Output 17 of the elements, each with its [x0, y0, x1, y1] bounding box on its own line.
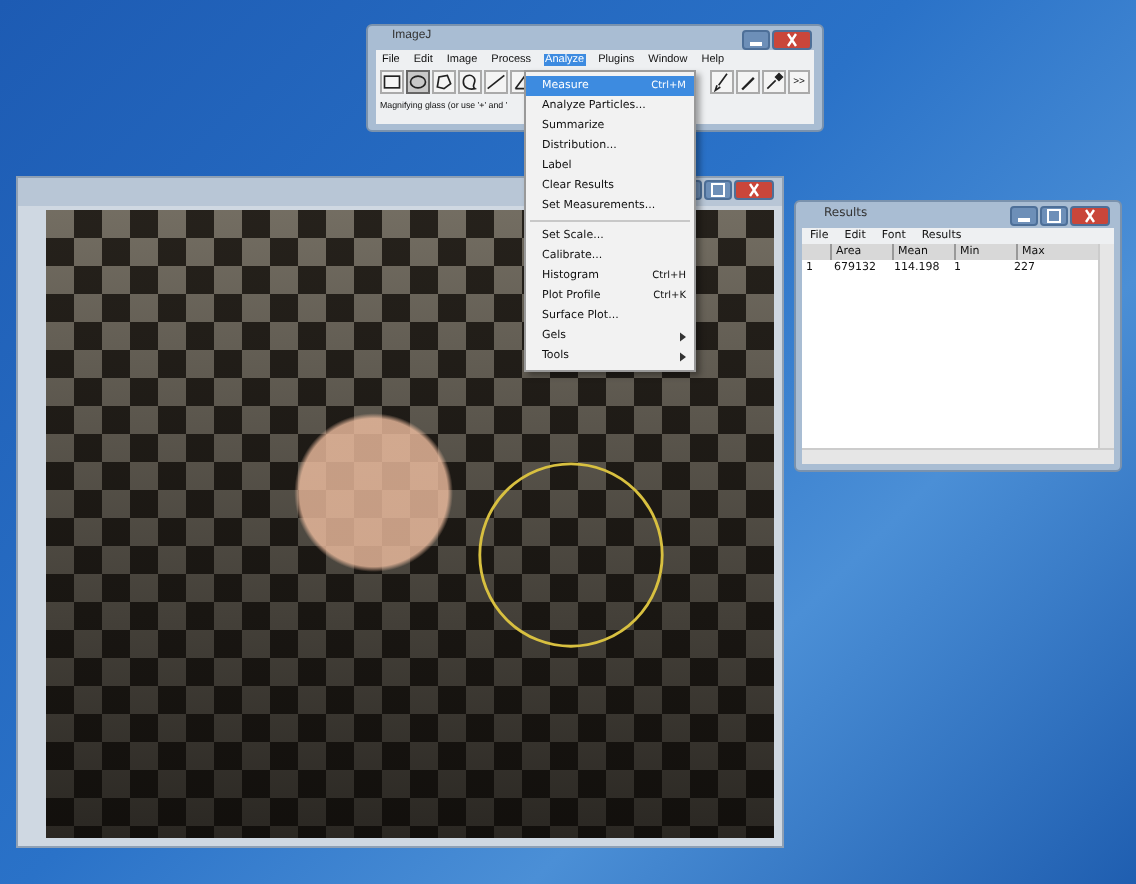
maximize-icon[interactable] [1040, 206, 1068, 226]
tool-button[interactable] [736, 70, 760, 94]
close-icon[interactable] [734, 180, 774, 200]
horizontal-scrollbar[interactable] [802, 448, 1114, 464]
close-icon[interactable] [1070, 206, 1110, 226]
tool-button[interactable] [406, 70, 430, 94]
vertical-scrollbar[interactable] [1098, 244, 1114, 448]
maximize-icon[interactable] [704, 180, 732, 200]
close-icon[interactable] [772, 30, 812, 50]
tool-button[interactable] [710, 70, 734, 94]
minimize-icon[interactable] [1010, 206, 1038, 226]
tool-button[interactable] [432, 70, 456, 94]
tool-button[interactable] [380, 70, 404, 94]
tool-button[interactable] [458, 70, 482, 94]
minimize-icon[interactable] [742, 30, 770, 50]
tool-button[interactable] [484, 70, 508, 94]
tool-button[interactable] [762, 70, 786, 94]
